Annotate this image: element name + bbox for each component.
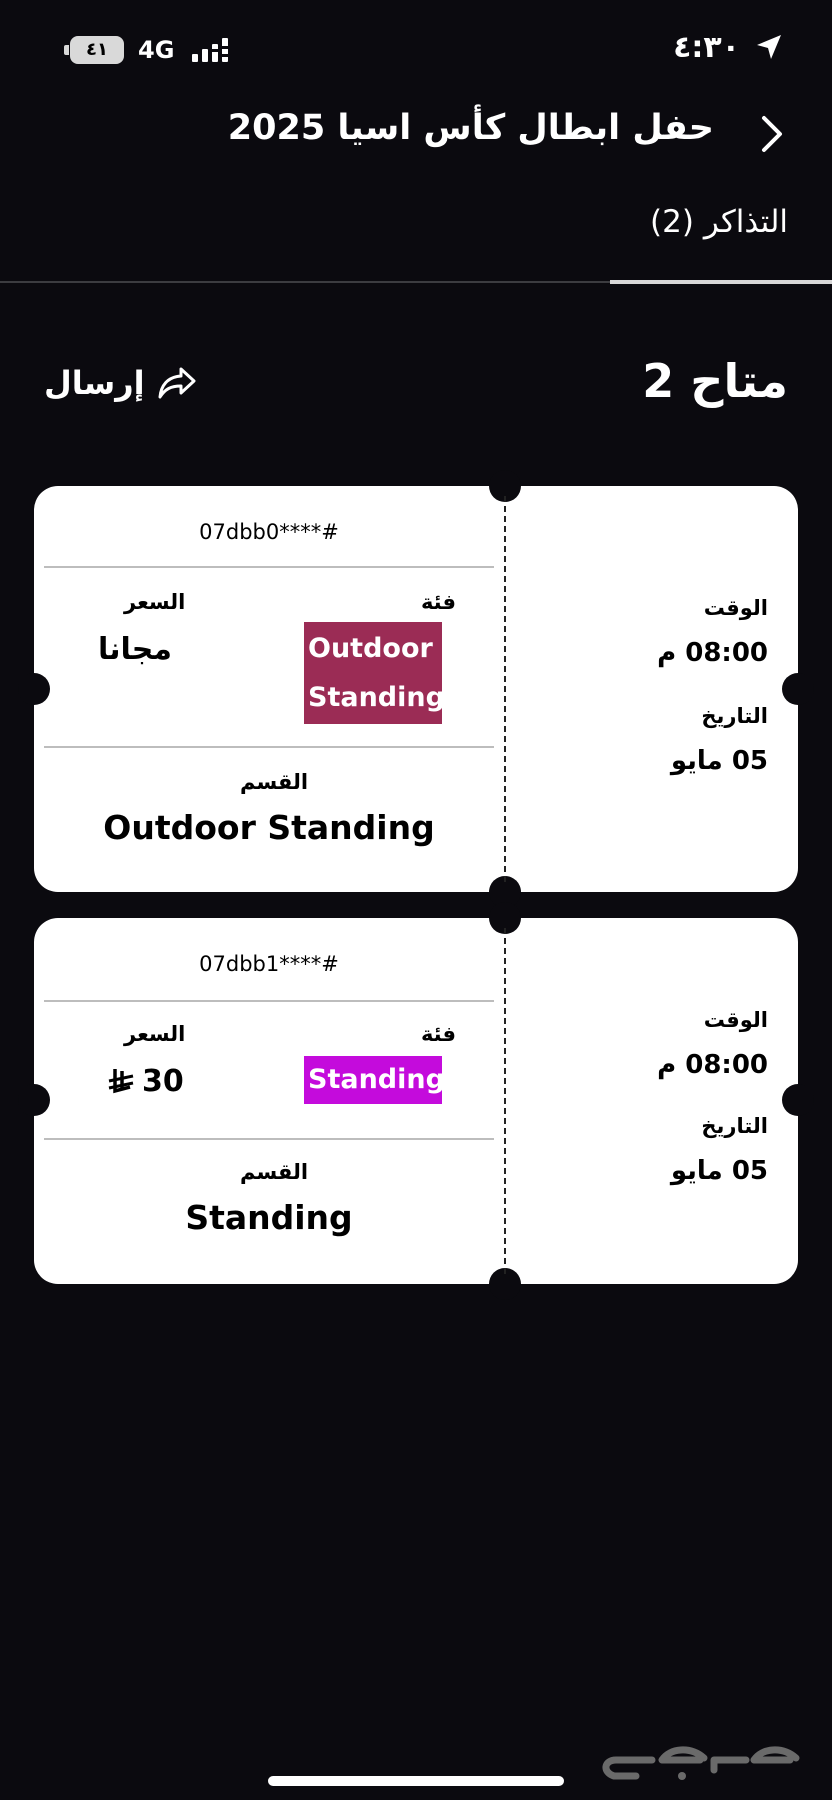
perforation-line xyxy=(504,928,506,1274)
status-bar: ٤١ 4G ٤:٣٠ xyxy=(0,0,832,100)
perforation-line xyxy=(504,496,506,882)
available-count: متاح 2 xyxy=(642,354,788,408)
chevron-right-icon xyxy=(762,116,782,152)
network-type: 4G xyxy=(138,36,175,64)
section-value: Standing xyxy=(185,1198,353,1237)
ticket-main: 07dbb0****# فئة Outdoor Standing السعر م… xyxy=(44,486,494,892)
ticket-notch xyxy=(782,673,814,705)
tab-tickets[interactable]: التذاكر (2) xyxy=(650,204,788,240)
time-value: 08:00 م xyxy=(657,638,768,668)
haraj-watermark-logo xyxy=(602,1746,800,1780)
send-label: إرسال xyxy=(44,364,145,402)
page-title: حفل ابطال كأس اسيا 2025 xyxy=(227,108,714,148)
header: حفل ابطال كأس اسيا 2025 xyxy=(0,100,832,170)
price-value: 30 xyxy=(142,1064,184,1099)
divider xyxy=(44,1000,494,1002)
battery-level: ٤١ xyxy=(70,36,124,64)
category-badge: Standing xyxy=(304,1056,445,1104)
category-label: فئة xyxy=(420,590,456,614)
ticket-card[interactable]: 07dbb0****# فئة Outdoor Standing السعر م… xyxy=(18,470,814,908)
back-button[interactable] xyxy=(752,114,792,154)
category-label: فئة xyxy=(420,1022,456,1046)
signal-icon xyxy=(192,38,228,62)
tickets-section-header: متاح 2 إرسال xyxy=(0,350,832,420)
divider xyxy=(44,746,494,748)
time-label: الوقت xyxy=(703,1008,768,1032)
status-time: ٤:٣٠ xyxy=(673,30,740,65)
price-row: 30 xyxy=(106,1064,184,1099)
price-value: مجانا xyxy=(98,632,172,667)
time-label: الوقت xyxy=(703,596,768,620)
ticket-id: 07dbb1****# xyxy=(199,952,339,976)
section-label: القسم xyxy=(240,1160,309,1184)
category-badge: Outdoor Standing xyxy=(304,622,445,724)
section-value: Outdoor Standing xyxy=(103,808,435,847)
price-label: السعر xyxy=(124,1022,186,1046)
ticket-main: 07dbb1****# فئة Standing السعر 30 القسم … xyxy=(44,918,494,1284)
tab-active-indicator xyxy=(610,280,832,284)
ticket-stub: الوقت 08:00 م التاريخ 05 مايو xyxy=(528,486,768,892)
category-value: Outdoor Standing xyxy=(308,633,445,713)
divider xyxy=(44,1138,494,1140)
ticket-stub: الوقت 08:00 م التاريخ 05 مايو xyxy=(528,918,768,1284)
home-indicator[interactable] xyxy=(268,1776,564,1786)
battery-icon: ٤١ xyxy=(64,36,124,64)
time-value: 08:00 م xyxy=(657,1050,768,1080)
send-button[interactable]: إرسال xyxy=(44,364,197,402)
category-value: Standing xyxy=(308,1064,445,1095)
date-value: 05 مايو xyxy=(670,1156,768,1186)
date-label: التاريخ xyxy=(701,704,768,728)
share-arrow-icon xyxy=(158,367,196,399)
date-value: 05 مايو xyxy=(670,746,768,776)
riyal-icon xyxy=(108,1068,134,1093)
ticket-notch xyxy=(782,1084,814,1116)
date-label: التاريخ xyxy=(701,1114,768,1138)
location-arrow-icon xyxy=(757,35,781,59)
section-label: القسم xyxy=(240,770,309,794)
tab-bar: التذاكر (2) xyxy=(0,190,832,284)
ticket-id: 07dbb0****# xyxy=(199,520,339,544)
ticket-card[interactable]: 07dbb1****# فئة Standing السعر 30 القسم … xyxy=(18,902,814,1300)
divider xyxy=(44,566,494,568)
price-label: السعر xyxy=(124,590,186,614)
